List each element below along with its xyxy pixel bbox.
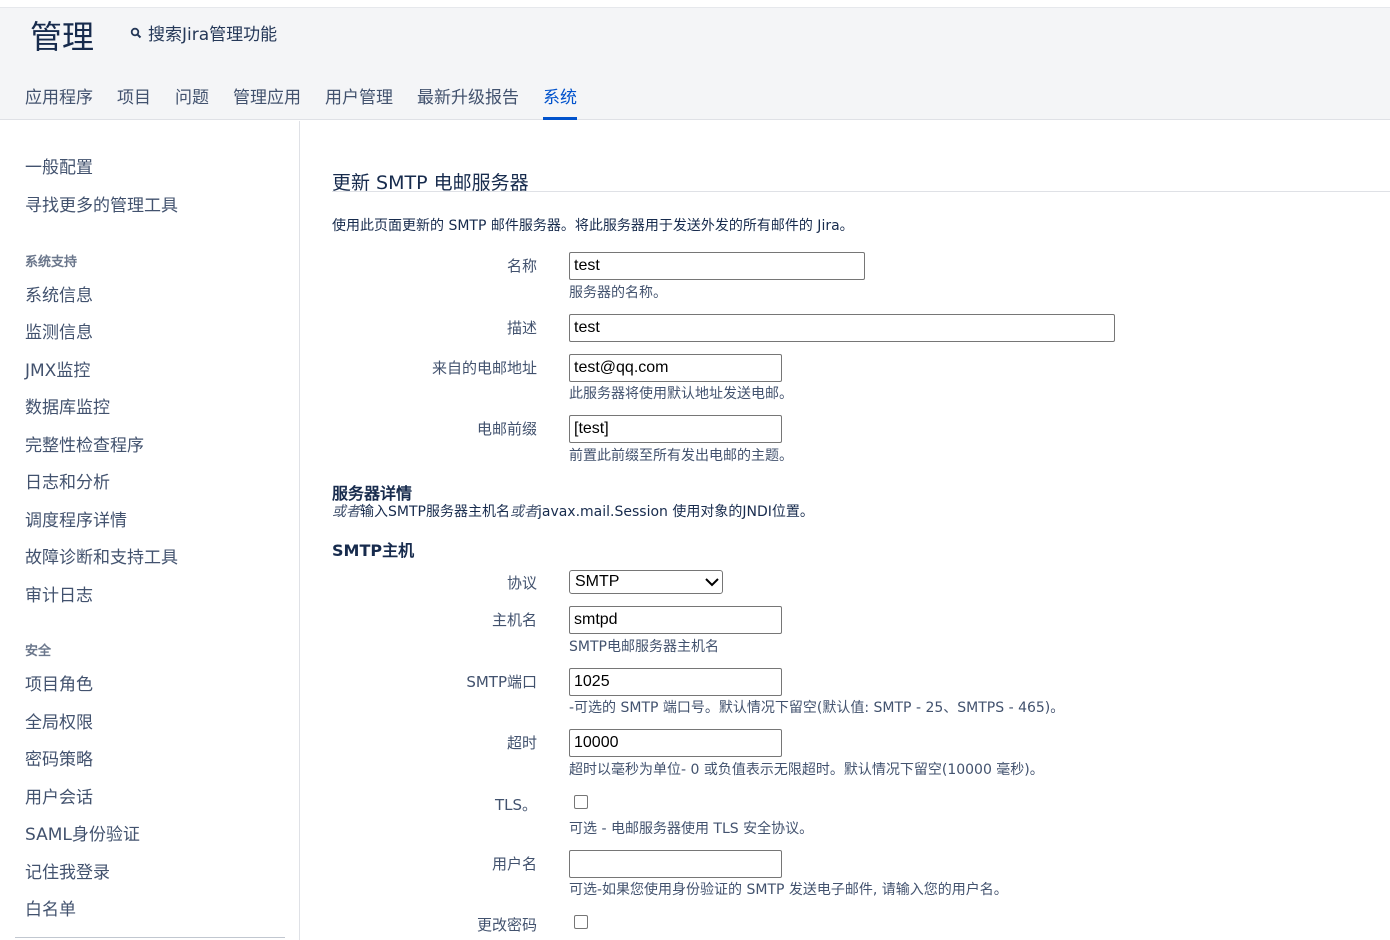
- protocol-label: 协议: [506, 574, 537, 592]
- username-label: 用户名: [491, 855, 537, 873]
- browser-top-strip: [0, 0, 1390, 8]
- sidebar-item-audit-log[interactable]: 审计日志: [25, 581, 93, 606]
- protocol-select[interactable]: SMTP: [569, 570, 723, 594]
- server-details-description: 或者输入SMTP服务器主机名或者javax.mail.Session 使用对象的…: [332, 501, 814, 521]
- tls-label: TLS。: [494, 796, 537, 814]
- tab-manage-apps[interactable]: 管理应用: [233, 86, 301, 120]
- admin-sidebar: 一般配置 寻找更多的管理工具 系统支持 系统信息 监测信息 JMX监控 数据库监…: [0, 121, 300, 940]
- tls-help: 可选 - 电邮服务器使用 TLS 安全协议。: [569, 821, 814, 837]
- admin-header: 管理 搜索Jira管理功能 应用程序 项目 问题 管理应用 用户管理 最新升级报…: [0, 8, 1390, 120]
- server-details-text-2: javax.mail.Session 使用对象的JNDI位置。: [537, 504, 814, 520]
- username-help: 可选-如果您使用身份验证的 SMTP 发送电子邮件, 请输入您的用户名。: [569, 882, 1008, 898]
- tab-latest-upgrade-report[interactable]: 最新升级报告: [417, 86, 519, 120]
- tab-user-management[interactable]: 用户管理: [325, 86, 393, 120]
- sidebar-item-password-policy[interactable]: 密码策略: [25, 745, 93, 770]
- tab-applications[interactable]: 应用程序: [25, 86, 93, 120]
- tab-projects[interactable]: 项目: [117, 86, 151, 120]
- chevron-down-icon: [705, 578, 719, 587]
- sidebar-item-allowlist[interactable]: 白名单: [25, 895, 76, 920]
- username-input[interactable]: [569, 850, 782, 878]
- change-password-checkbox[interactable]: [574, 915, 588, 929]
- email-prefix-help: 前置此前缀至所有发出电邮的主题。: [569, 448, 793, 464]
- sidebar-item-integrity-checker[interactable]: 完整性检查程序: [25, 431, 144, 456]
- sidebar-item-global-permissions[interactable]: 全局权限: [25, 708, 93, 733]
- sidebar-divider: [15, 937, 285, 938]
- sidebar-item-general-config[interactable]: 一般配置: [25, 153, 93, 178]
- from-address-help: 此服务器将使用默认地址发送电邮。: [569, 386, 793, 402]
- search-icon: [130, 27, 142, 38]
- change-password-label: 更改密码: [476, 916, 537, 934]
- name-label: 名称: [506, 257, 537, 275]
- email-prefix-label: 电邮前缀: [476, 420, 537, 438]
- smtp-host-heading: SMTP主机: [332, 541, 415, 560]
- heading-divider: [332, 191, 1390, 192]
- timeout-input[interactable]: [569, 729, 782, 757]
- timeout-label: 超时: [506, 734, 537, 752]
- tab-issues[interactable]: 问题: [175, 86, 209, 120]
- sidebar-item-logging[interactable]: 日志和分析: [25, 468, 110, 493]
- sidebar-item-monitoring[interactable]: 监测信息: [25, 318, 93, 343]
- form-intro: 使用此页面更新的 SMTP 邮件服务器。将此服务器用于发送外发的所有邮件的 Ji…: [332, 218, 854, 234]
- admin-tabs: 应用程序 项目 问题 管理应用 用户管理 最新升级报告 系统: [25, 86, 601, 120]
- admin-search[interactable]: 搜索Jira管理功能: [130, 20, 277, 45]
- smtp-form-panel: 更新 SMTP 电邮服务器 使用此页面更新的 SMTP 邮件服务器。将此服务器用…: [300, 121, 1390, 940]
- sidebar-heading-security: 安全: [25, 644, 52, 659]
- sidebar-item-project-roles[interactable]: 项目角色: [25, 670, 93, 695]
- search-label: 搜索Jira管理功能: [148, 25, 278, 45]
- protocol-selected-value: SMTP: [575, 573, 620, 590]
- sidebar-item-troubleshooting[interactable]: 故障诊断和支持工具: [25, 543, 178, 568]
- email-prefix-input[interactable]: [569, 415, 782, 443]
- name-help: 服务器的名称。: [569, 285, 667, 301]
- sidebar-item-remember-me[interactable]: 记住我登录: [25, 858, 110, 883]
- smtp-port-help: -可选的 SMTP 端口号。默认情况下留空(默认值: SMTP - 25、SMT…: [569, 700, 1065, 716]
- smtp-port-label: SMTP端口: [466, 673, 537, 691]
- page-title: 管理: [30, 18, 95, 56]
- server-details-text-1: 输入SMTP服务器主机名: [360, 504, 510, 520]
- sidebar-item-database-monitoring[interactable]: 数据库监控: [25, 393, 110, 418]
- from-address-input[interactable]: [569, 354, 782, 382]
- sidebar-item-jmx[interactable]: JMX监控: [25, 356, 90, 381]
- sidebar-heading-system-support: 系统支持: [25, 255, 78, 270]
- or-text-1: 或者: [332, 504, 360, 520]
- tls-checkbox[interactable]: [574, 795, 588, 809]
- sidebar-item-find-more-tools[interactable]: 寻找更多的管理工具: [25, 191, 178, 216]
- sidebar-item-saml[interactable]: SAML身份验证: [25, 820, 140, 845]
- sidebar-item-system-info[interactable]: 系统信息: [25, 281, 93, 306]
- timeout-help: 超时以毫秒为单位- 0 或负值表示无限超时。默认情况下留空(10000 毫秒)。: [569, 762, 1044, 778]
- hostname-label: 主机名: [491, 611, 537, 629]
- or-text-2: 或者: [509, 504, 538, 520]
- description-label: 描述: [506, 319, 537, 337]
- sidebar-item-scheduler[interactable]: 调度程序详情: [25, 506, 127, 531]
- hostname-input[interactable]: [569, 606, 782, 634]
- name-input[interactable]: [569, 252, 865, 280]
- hostname-help: SMTP电邮服务器主机名: [569, 639, 719, 655]
- from-address-label: 来自的电邮地址: [431, 359, 537, 377]
- description-input[interactable]: [569, 314, 1115, 342]
- smtp-port-input[interactable]: [569, 668, 782, 696]
- sidebar-item-user-sessions[interactable]: 用户会话: [25, 783, 93, 808]
- tab-system[interactable]: 系统: [543, 86, 577, 120]
